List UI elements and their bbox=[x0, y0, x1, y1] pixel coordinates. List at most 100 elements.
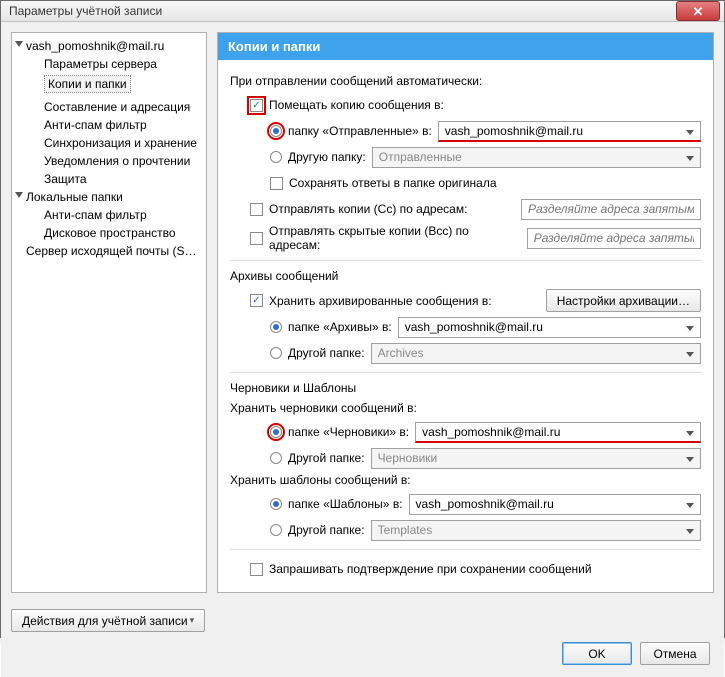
archive-folder-radio[interactable] bbox=[270, 321, 282, 333]
templates-other-value: Templates bbox=[378, 523, 433, 537]
templates-folder-label: папке «Шаблоны» в: bbox=[288, 497, 403, 511]
templates-other-combo[interactable]: Templates bbox=[371, 520, 701, 541]
drafts-other-value: Черновики bbox=[378, 451, 438, 465]
place-copy-checkbox[interactable] bbox=[250, 99, 263, 112]
sent-other-radio[interactable] bbox=[270, 151, 282, 163]
cc-checkbox[interactable] bbox=[250, 203, 263, 216]
archive-other-label: Другой папке: bbox=[288, 346, 365, 360]
ok-label: OK bbox=[588, 647, 605, 661]
templates-folder-row: папке «Шаблоны» в: vash_pomoshnik@mail.r… bbox=[270, 493, 701, 515]
dialog-window: Параметры учётной записи ✕ vash_pomoshni… bbox=[0, 0, 725, 638]
cancel-button[interactable]: Отмена bbox=[640, 642, 710, 665]
bcc-row: Отправлять скрытые копии (Bcc) по адреса… bbox=[250, 224, 701, 252]
drafts-other-label: Другой папке: bbox=[288, 451, 365, 465]
drafts-section-label: Черновики и Шаблоны bbox=[230, 381, 701, 395]
place-copy-row: Помещать копию сообщения в: bbox=[250, 94, 701, 116]
archive-settings-button[interactable]: Настройки архивации… bbox=[546, 289, 701, 312]
templates-other-row: Другой папке: Templates bbox=[270, 519, 701, 541]
archive-other-radio[interactable] bbox=[270, 347, 282, 359]
separator bbox=[230, 260, 701, 261]
archive-other-row: Другой папке: Archives bbox=[270, 342, 701, 364]
tree-local-root[interactable]: Локальные папки bbox=[12, 188, 206, 206]
close-button[interactable]: ✕ bbox=[676, 1, 720, 21]
tree-item-security[interactable]: Защита bbox=[12, 170, 206, 188]
cc-label: Отправлять копии (Сс) по адресам: bbox=[269, 202, 467, 216]
dialog-body: vash_pomoshnik@mail.ru Параметры сервера… bbox=[1, 22, 724, 677]
archive-other-value: Archives bbox=[378, 346, 424, 360]
tree-item-antispam[interactable]: Анти-спам фильтр bbox=[12, 116, 206, 134]
drafts-folder-radio[interactable] bbox=[270, 426, 282, 438]
separator bbox=[230, 549, 701, 550]
sent-account-combo[interactable]: vash_pomoshnik@mail.ru bbox=[438, 121, 701, 142]
footer-row: Действия для учётной записи bbox=[11, 601, 714, 632]
sent-folder-label: папку «Отправленные» в: bbox=[288, 124, 432, 138]
tree-item-sync[interactable]: Синхронизация и хранение bbox=[12, 134, 206, 152]
templates-folder-radio[interactable] bbox=[270, 498, 282, 510]
archive-account-value: vash_pomoshnik@mail.ru bbox=[405, 320, 543, 334]
bcc-input[interactable] bbox=[527, 228, 701, 249]
tree-item-server[interactable]: Параметры сервера bbox=[12, 55, 206, 73]
drafts-folder-row: папке «Черновики» в: vash_pomoshnik@mail… bbox=[270, 421, 701, 443]
tree-item-receipts[interactable]: Уведомления о прочтении bbox=[12, 152, 206, 170]
account-actions-wrap: Действия для учётной записи bbox=[11, 609, 205, 632]
caret-down-icon bbox=[15, 192, 23, 198]
drafts-other-combo[interactable]: Черновики bbox=[371, 448, 701, 469]
bcc-label: Отправлять скрытые копии (Bcc) по адреса… bbox=[269, 224, 515, 252]
archive-keep-checkbox[interactable] bbox=[250, 294, 263, 307]
cc-row: Отправлять копии (Сс) по адресам: bbox=[250, 198, 701, 220]
archive-account-combo[interactable]: vash_pomoshnik@mail.ru bbox=[398, 317, 701, 338]
tree-account-label: vash_pomoshnik@mail.ru bbox=[26, 39, 164, 53]
templates-store-label: Хранить шаблоны сообщений в: bbox=[230, 473, 701, 487]
drafts-account-combo[interactable]: vash_pomoshnik@mail.ru bbox=[415, 422, 701, 443]
separator bbox=[230, 372, 701, 373]
tree-local-label: Локальные папки bbox=[26, 190, 123, 204]
tree-item-outgoing[interactable]: Сервер исходящей почты (S… bbox=[12, 242, 206, 260]
main-row: vash_pomoshnik@mail.ru Параметры сервера… bbox=[11, 32, 714, 593]
tree-item-composition[interactable]: Составление и адресация bbox=[12, 98, 206, 116]
account-actions-label: Действия для учётной записи bbox=[22, 614, 188, 628]
place-copy-label: Помещать копию сообщения в: bbox=[269, 98, 444, 112]
tree-item-copies[interactable]: Копии и папки bbox=[44, 75, 131, 93]
archive-folder-label: папке «Архивы» в: bbox=[288, 320, 392, 334]
account-actions-button[interactable]: Действия для учётной записи bbox=[11, 609, 205, 632]
account-tree[interactable]: vash_pomoshnik@mail.ru Параметры сервера… bbox=[11, 32, 207, 593]
templates-account-value: vash_pomoshnik@mail.ru bbox=[416, 497, 554, 511]
save-replies-row: Сохранять ответы в папке оригинала bbox=[270, 172, 701, 194]
close-icon: ✕ bbox=[693, 5, 704, 18]
tree-item-local-disk[interactable]: Дисковое пространство bbox=[12, 224, 206, 242]
archive-keep-label: Хранить архивированные сообщения в: bbox=[269, 294, 492, 308]
archive-other-combo[interactable]: Archives bbox=[371, 343, 701, 364]
templates-other-label: Другой папке: bbox=[288, 523, 365, 537]
sent-account-value: vash_pomoshnik@mail.ru bbox=[445, 124, 583, 138]
bcc-checkbox[interactable] bbox=[250, 232, 263, 245]
cc-input[interactable] bbox=[521, 199, 701, 220]
confirm-save-row: Запрашивать подтверждение при сохранении… bbox=[250, 558, 701, 580]
archive-section-label: Архивы сообщений bbox=[230, 269, 701, 283]
save-replies-checkbox[interactable] bbox=[270, 177, 283, 190]
sent-folder-row: папку «Отправленные» в: vash_pomoshnik@m… bbox=[270, 120, 701, 142]
templates-other-radio[interactable] bbox=[270, 524, 282, 536]
sent-other-value: Отправленные bbox=[379, 150, 462, 164]
sent-folder-radio[interactable] bbox=[270, 125, 282, 137]
archive-keep-row: Хранить архивированные сообщения в: Наст… bbox=[250, 289, 701, 312]
tree-item-copies-wrap[interactable]: Копии и папки bbox=[12, 73, 206, 98]
ok-button[interactable]: OK bbox=[562, 642, 632, 665]
sending-section-label: При отправлении сообщений автоматически: bbox=[230, 74, 701, 88]
sent-other-combo[interactable]: Отправленные bbox=[372, 147, 701, 168]
drafts-account-value: vash_pomoshnik@mail.ru bbox=[422, 425, 560, 439]
save-replies-label: Сохранять ответы в папке оригинала bbox=[289, 176, 497, 190]
confirm-save-checkbox[interactable] bbox=[250, 563, 263, 576]
dialog-buttons: OK Отмена bbox=[11, 632, 714, 667]
sent-other-row: Другую папку: Отправленные bbox=[270, 146, 701, 168]
window-title: Параметры учётной записи bbox=[9, 4, 676, 18]
tree-account-root[interactable]: vash_pomoshnik@mail.ru bbox=[12, 37, 206, 55]
confirm-save-label: Запрашивать подтверждение при сохранении… bbox=[269, 562, 592, 576]
sent-other-label: Другую папку: bbox=[288, 150, 366, 164]
tree-item-local-antispam[interactable]: Анти-спам фильтр bbox=[12, 206, 206, 224]
content-panel: Копии и папки При отправлении сообщений … bbox=[217, 32, 714, 593]
drafts-store-label: Хранить черновики сообщений в: bbox=[230, 401, 701, 415]
cancel-label: Отмена bbox=[653, 647, 696, 661]
titlebar: Параметры учётной записи ✕ bbox=[1, 1, 724, 22]
drafts-other-radio[interactable] bbox=[270, 452, 282, 464]
templates-account-combo[interactable]: vash_pomoshnik@mail.ru bbox=[409, 494, 701, 515]
